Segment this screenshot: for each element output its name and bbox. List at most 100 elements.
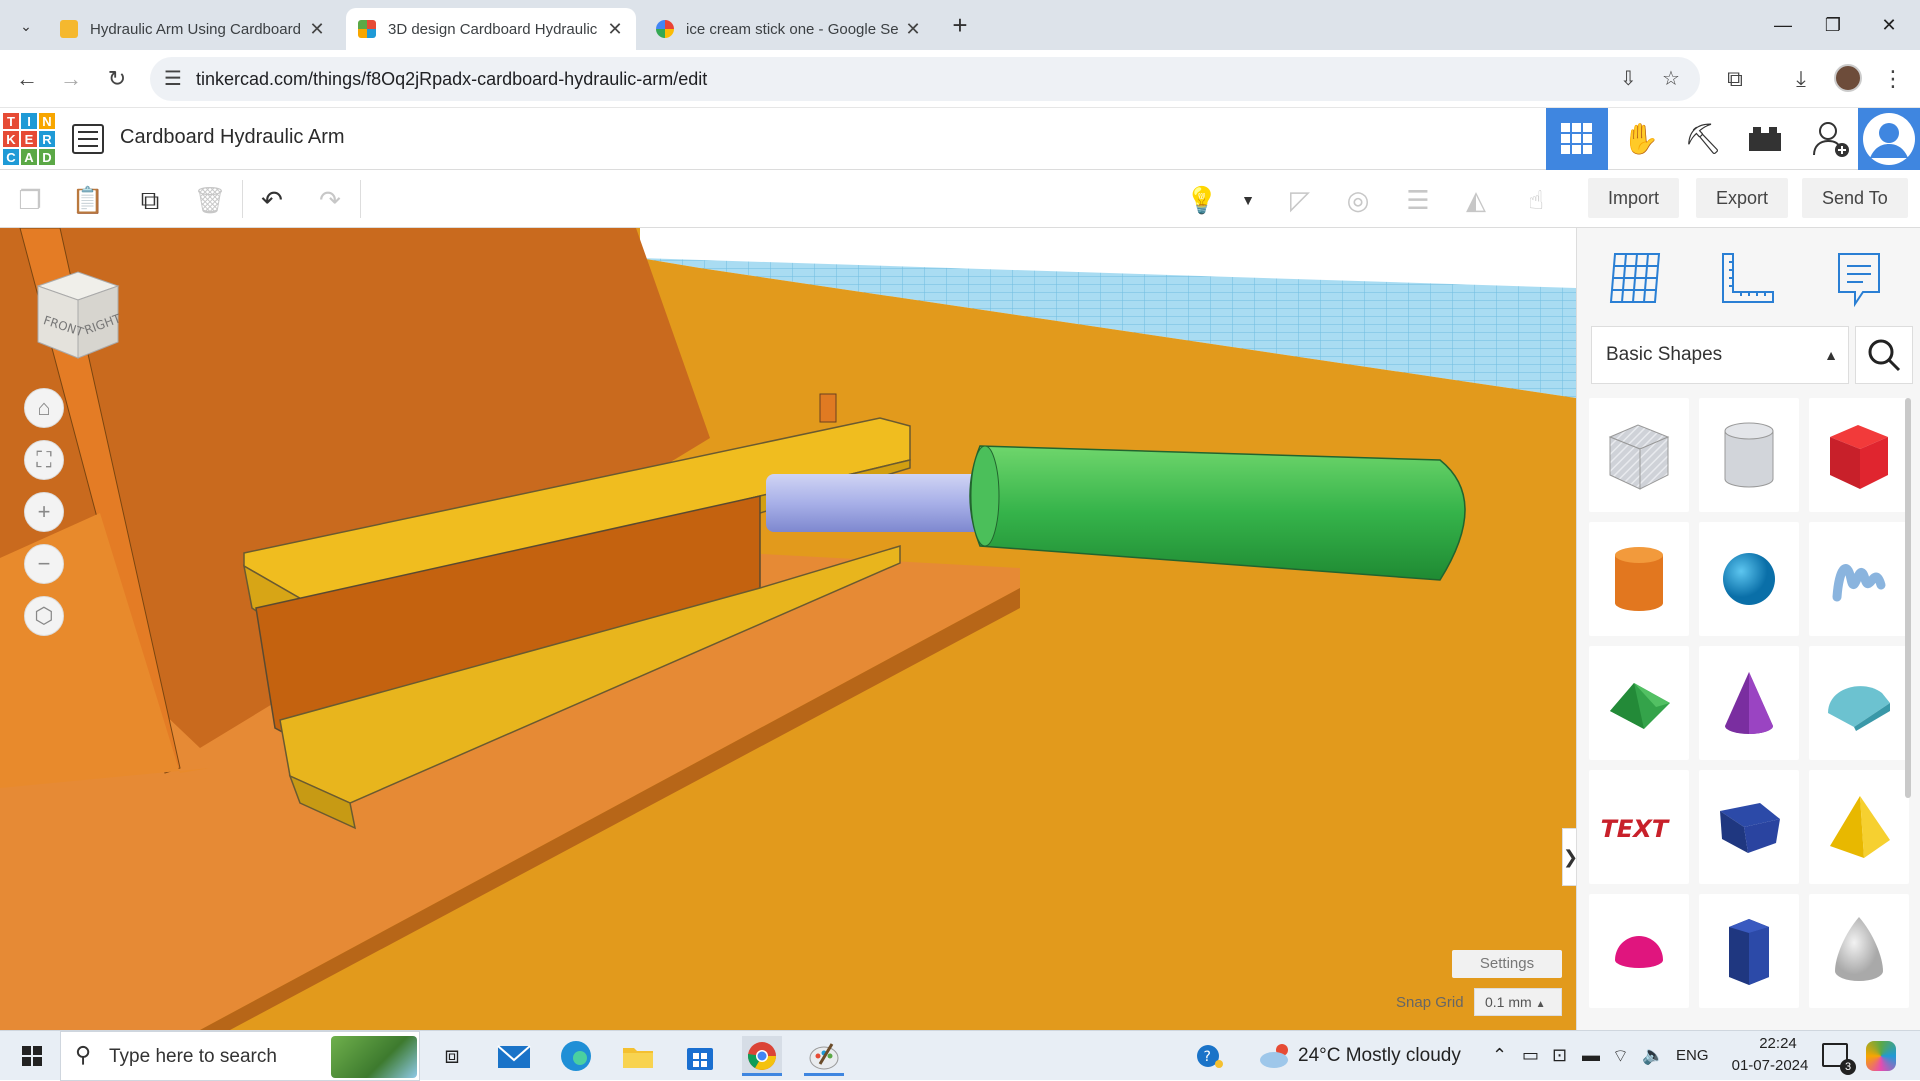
taskbar-search-box[interactable]: ⚲ Type here to search <box>60 1031 420 1081</box>
shapes-panel-scrollbar[interactable] <box>1905 398 1911 798</box>
bookmark-star-icon[interactable]: ☆ <box>1662 66 1680 91</box>
forward-arrow-icon[interactable]: → <box>54 62 88 96</box>
minecraft-pickaxe-icon[interactable]: ⛏ <box>1672 108 1734 170</box>
lightbulb-notes-icon[interactable]: 💡 <box>1184 182 1220 218</box>
notes-icon[interactable] <box>1829 248 1893 310</box>
design-title[interactable]: Cardboard Hydraulic Arm <box>120 126 345 149</box>
export-button[interactable]: Export <box>1696 178 1789 218</box>
shape-polygon[interactable] <box>1699 894 1799 1008</box>
workplane-cruise-icon[interactable]: ☝ <box>1518 182 1554 218</box>
help-icon[interactable]: ? <box>1190 1036 1230 1076</box>
tinkercad-logo[interactable]: TINKERCAD <box>2 112 56 166</box>
copy-icon[interactable]: ❐ <box>12 182 48 218</box>
shape-round-roof[interactable] <box>1809 646 1909 760</box>
chrome-menu-icon[interactable]: ⋮ <box>1876 62 1910 96</box>
zoom-in-button[interactable]: + <box>24 492 64 532</box>
shape-box[interactable] <box>1809 398 1909 512</box>
input-language[interactable]: ENG <box>1676 1047 1709 1064</box>
shape-scribble[interactable] <box>1809 522 1909 636</box>
close-tab-icon[interactable]: ✕ <box>904 19 922 40</box>
zoom-out-button[interactable]: − <box>24 544 64 584</box>
3d-design-view-icon[interactable] <box>1546 108 1608 170</box>
reload-icon[interactable]: ↻ <box>100 62 134 96</box>
shape-category-select[interactable]: Basic Shapes ▲▼ <box>1591 326 1849 419</box>
shape-text[interactable]: TEXT <box>1589 770 1689 884</box>
back-arrow-icon[interactable]: ← <box>10 62 44 96</box>
fit-view-button[interactable]: ⛶ <box>24 440 64 480</box>
bricks-icon[interactable] <box>1734 108 1796 170</box>
shape-sphere[interactable] <box>1699 522 1799 636</box>
import-button[interactable]: Import <box>1588 178 1680 218</box>
shape-cylinder-hole[interactable] <box>1699 398 1799 512</box>
redo-icon[interactable]: ↷ <box>312 182 348 218</box>
install-app-icon[interactable]: ⇩ <box>1620 66 1637 91</box>
workplane-3d-view[interactable]: FRONT RIGHT ⌂ ⛶ + − ⬡ Settings Snap Grid… <box>0 228 1576 1030</box>
close-window-icon[interactable]: ✕ <box>1866 10 1912 40</box>
mail-icon[interactable] <box>494 1036 534 1076</box>
wifi-icon[interactable]: ⌔ <box>1612 1045 1629 1068</box>
site-info-icon[interactable]: ☰ <box>164 66 182 91</box>
close-tab-icon[interactable]: ✕ <box>308 19 326 40</box>
view-cube[interactable]: FRONT RIGHT <box>28 266 128 366</box>
chrome-icon[interactable] <box>742 1036 782 1076</box>
notifications-icon[interactable]: 3 <box>1822 1043 1856 1075</box>
paste-icon[interactable]: 📋 <box>70 182 106 218</box>
sim-lab-icon[interactable]: ✋ <box>1610 108 1672 170</box>
weather-cloud-icon[interactable] <box>1256 1036 1296 1076</box>
user-avatar[interactable] <box>1858 108 1920 170</box>
shape-box-hole[interactable] <box>1589 398 1689 512</box>
windows-start-icon[interactable] <box>12 1036 52 1076</box>
task-view-icon[interactable]: ⧈ <box>432 1036 472 1076</box>
minimize-window-icon[interactable]: — <box>1760 10 1806 40</box>
ungroup-icon[interactable]: ◎ <box>1340 182 1376 218</box>
extensions-puzzle-icon[interactable]: ⧉ <box>1718 62 1752 96</box>
delete-trash-icon[interactable]: 🗑 <box>192 182 228 218</box>
clock-date[interactable]: 01-07-2024 <box>1720 1057 1820 1074</box>
meet-now-icon[interactable]: ▭ <box>1522 1045 1539 1066</box>
browser-tab-google-search[interactable]: ice cream stick one - Google Se ✕ <box>644 8 934 50</box>
show-hidden-icons-chevron-icon[interactable]: ⌃ <box>1492 1045 1507 1066</box>
home-view-button[interactable]: ⌂ <box>24 388 64 428</box>
duplicate-icon[interactable]: ⧉ <box>132 182 168 218</box>
ruler-icon[interactable] <box>1717 248 1781 310</box>
edge-browser-icon[interactable] <box>556 1036 596 1076</box>
profile-avatar[interactable] <box>1834 64 1862 92</box>
new-tab-button[interactable]: + <box>944 10 976 42</box>
shape-search-button[interactable] <box>1855 326 1913 384</box>
shape-paraboloid[interactable] <box>1809 894 1909 1008</box>
downloads-icon[interactable]: ⤓ <box>1784 62 1818 96</box>
copilot-icon[interactable] <box>1866 1041 1896 1071</box>
undo-icon[interactable]: ↶ <box>254 182 290 218</box>
close-tab-icon[interactable]: ✕ <box>606 19 624 40</box>
address-bar[interactable]: ☰ tinkercad.com/things/f8Oq2jRpadx-cardb… <box>150 57 1700 101</box>
shape-wedge[interactable] <box>1699 770 1799 884</box>
microsoft-store-icon[interactable] <box>680 1036 720 1076</box>
restore-window-icon[interactable]: ❐ <box>1810 10 1856 40</box>
invite-user-icon[interactable] <box>1800 108 1862 170</box>
shape-cone[interactable] <box>1699 646 1799 760</box>
network-display-icon[interactable]: ⊡ <box>1552 1045 1567 1066</box>
group-icon[interactable]: ◸ <box>1282 182 1318 218</box>
design-list-icon[interactable] <box>72 124 104 154</box>
shape-roof[interactable] <box>1589 646 1689 760</box>
tab-search-button[interactable]: ⌄ <box>12 12 40 40</box>
paint-app-icon[interactable] <box>804 1036 844 1076</box>
shape-pyramid[interactable] <box>1809 770 1909 884</box>
volume-icon[interactable]: 🔈 <box>1642 1045 1664 1066</box>
send-to-button[interactable]: Send To <box>1802 178 1908 218</box>
settings-button[interactable]: Settings <box>1452 950 1562 978</box>
browser-tab-hydraulic-arm[interactable]: Hydraulic Arm Using Cardboard ✕ <box>48 8 338 50</box>
file-explorer-icon[interactable] <box>618 1036 658 1076</box>
chevron-down-icon[interactable]: ▼ <box>1230 182 1266 218</box>
battery-icon[interactable]: ▬ <box>1582 1045 1600 1066</box>
align-icon[interactable]: ☰ <box>1400 182 1436 218</box>
shapes-panel-toggle[interactable]: ❯ <box>1562 828 1576 886</box>
perspective-toggle-button[interactable]: ⬡ <box>24 596 64 636</box>
workplane-grid-icon[interactable] <box>1605 248 1669 310</box>
weather-text[interactable]: 24°C Mostly cloudy <box>1298 1045 1461 1067</box>
browser-tab-tinkercad[interactable]: 3D design Cardboard Hydraulic ✕ <box>346 8 636 50</box>
clock-time[interactable]: 22:24 <box>1738 1035 1818 1052</box>
shape-cylinder[interactable] <box>1589 522 1689 636</box>
snap-grid-select[interactable]: 0.1 mm ▲ <box>1474 988 1562 1016</box>
mirror-icon[interactable]: ◭ <box>1458 182 1494 218</box>
